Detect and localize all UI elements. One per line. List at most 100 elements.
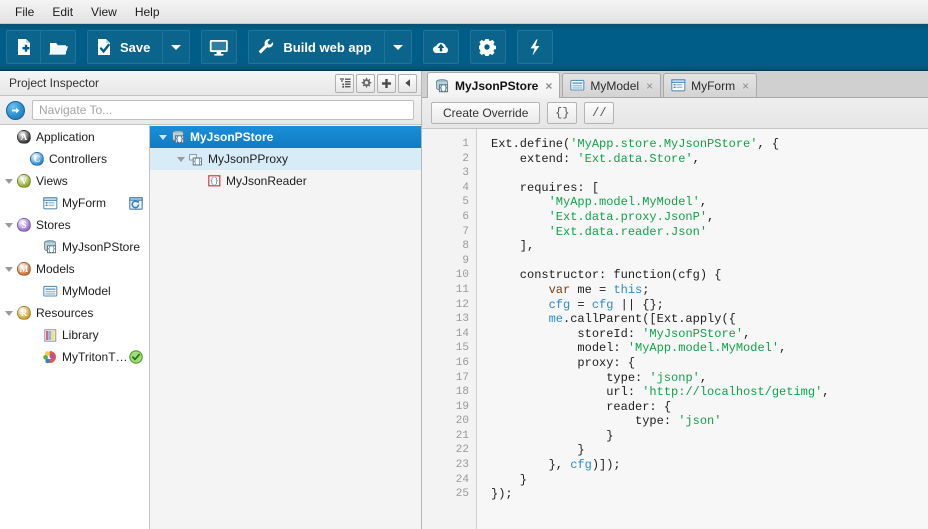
save-dropdown-button[interactable] bbox=[163, 31, 189, 63]
plus-icon[interactable] bbox=[377, 73, 396, 93]
sidebar-item-controllers[interactable]: C Controllers bbox=[0, 148, 149, 170]
line-number: 2 bbox=[462, 152, 469, 165]
collapse-left-icon[interactable] bbox=[398, 73, 417, 93]
tree-expander-icon[interactable] bbox=[2, 222, 15, 228]
filter-list-icon[interactable] bbox=[335, 73, 354, 93]
editor-tab-strip: {} MyJsonPStore × MyModel × MyForm × bbox=[422, 71, 928, 98]
gear-icon[interactable] bbox=[356, 73, 375, 93]
line-number: 4 bbox=[462, 181, 469, 194]
line-number: 21 bbox=[455, 429, 469, 442]
store-icon: {} bbox=[41, 240, 59, 254]
component-detail-tree[interactable]: {} MyJsonPStore {} MyJsonPProxy {} MyJsonRead… bbox=[150, 125, 421, 529]
tab-mymodel[interactable]: MyModel × bbox=[562, 73, 662, 97]
sidebar-item-application[interactable]: A Application bbox=[0, 126, 149, 148]
build-dropdown-button[interactable] bbox=[385, 31, 411, 63]
line-number-gutter: 1 2 3 4 5 6 7 8 9 10 11 12 13 14 15 16 17 18 19 20 21 22 23 24 2… bbox=[422, 129, 477, 529]
menu-item-view[interactable]: View bbox=[82, 2, 126, 22]
toolbar-group-2 bbox=[201, 30, 238, 64]
preview-button[interactable] bbox=[202, 31, 236, 63]
app-window: File Edit View Help Save Build web app Proje… bbox=[0, 0, 928, 529]
code-line: 'Ext.data.proxy.JsonP', bbox=[548, 209, 715, 224]
tree-node-myjsonpproxy[interactable]: {} MyJsonPProxy bbox=[150, 148, 421, 170]
sidebar-item-mymodel[interactable]: MyModel bbox=[0, 280, 149, 302]
create-override-button[interactable]: Create Override bbox=[431, 102, 541, 124]
svg-text:{}: {} bbox=[439, 85, 447, 93]
tree-node-myjsonreader[interactable]: {} MyJsonReader bbox=[150, 170, 421, 192]
sidebar-item-label: Resources bbox=[36, 306, 94, 320]
menu-item-file[interactable]: File bbox=[6, 2, 43, 22]
sidebar-item-mytritonthe[interactable]: MyTritonThe... bbox=[0, 346, 149, 368]
sidebar-item-views[interactable]: V Views bbox=[0, 170, 149, 192]
close-icon[interactable]: × bbox=[646, 79, 653, 93]
open-folder-button[interactable] bbox=[41, 31, 75, 63]
settings-button[interactable] bbox=[471, 31, 505, 63]
check-circle-icon[interactable] bbox=[129, 350, 143, 364]
code-text[interactable]: Ext.define('MyApp.store.MyJsonPStore', {… bbox=[477, 129, 928, 529]
letter-badge-a-icon: A bbox=[15, 130, 33, 144]
sidebar-item-label: MyTritonThe... bbox=[62, 350, 129, 364]
toolbar-group-3: Build web app bbox=[248, 30, 412, 64]
new-file-button[interactable] bbox=[7, 31, 41, 63]
line-number: 24 bbox=[455, 473, 469, 486]
sidebar-item-models[interactable]: M Models bbox=[0, 258, 149, 280]
close-icon[interactable]: × bbox=[742, 79, 749, 93]
library-icon bbox=[41, 328, 59, 342]
sidebar-item-myjsonpstore[interactable]: {} MyJsonPStore bbox=[0, 236, 149, 258]
save-button[interactable]: Save bbox=[88, 31, 164, 63]
deploy-button[interactable] bbox=[424, 31, 458, 63]
sidebar-item-label: Models bbox=[36, 262, 75, 276]
close-icon[interactable]: × bbox=[545, 79, 552, 93]
search-input[interactable] bbox=[32, 100, 414, 120]
line-number: 9 bbox=[462, 254, 469, 267]
project-tree[interactable]: A Application C Controllers V Views MyForm S Sto… bbox=[0, 125, 150, 529]
tab-label: MyModel bbox=[590, 78, 640, 93]
line-number: 11 bbox=[455, 283, 469, 296]
save-icon bbox=[96, 38, 112, 56]
code-line: storeId: 'MyJsonPStore', bbox=[491, 326, 751, 341]
code-line: ], bbox=[491, 239, 535, 254]
tree-expander-icon[interactable] bbox=[174, 156, 187, 162]
store-icon: {} bbox=[169, 130, 187, 144]
refresh-window-icon[interactable] bbox=[129, 196, 143, 210]
tab-myform[interactable]: MyForm × bbox=[663, 73, 758, 97]
tree-expander-icon[interactable] bbox=[2, 310, 15, 316]
view-icon bbox=[671, 79, 686, 92]
code-line: type: 'json' bbox=[491, 414, 722, 429]
tree-expander-icon[interactable] bbox=[156, 134, 169, 140]
line-number: 15 bbox=[455, 342, 469, 355]
menu-item-help[interactable]: Help bbox=[126, 2, 169, 22]
code-line: } bbox=[491, 428, 614, 443]
comment-button[interactable]: // bbox=[584, 102, 615, 124]
letter-badge-m-icon: M bbox=[15, 262, 33, 276]
code-line: proxy: { bbox=[491, 355, 636, 370]
code-line: reader: { bbox=[491, 399, 672, 414]
code-line: cfg = cfg || {}; bbox=[548, 297, 664, 312]
build-button[interactable]: Build web app bbox=[249, 31, 385, 63]
project-inspector-toolbar bbox=[335, 73, 417, 93]
build-button-label: Build web app bbox=[283, 39, 372, 55]
tree-node-myjsonpstore[interactable]: {} MyJsonPStore bbox=[150, 126, 421, 148]
editor-toolbar: Create Override {} // bbox=[422, 98, 928, 129]
sidebar-item-stores[interactable]: S Stores bbox=[0, 214, 149, 236]
save-button-label: Save bbox=[120, 39, 151, 55]
tree-expander-icon[interactable] bbox=[2, 178, 15, 184]
tree-expander-icon[interactable] bbox=[2, 266, 15, 272]
sidebar-item-resources[interactable]: R Resources bbox=[0, 302, 149, 324]
sidebar-item-myform[interactable]: MyForm bbox=[0, 192, 149, 214]
run-button[interactable] bbox=[518, 31, 552, 63]
tab-myjsonpstore[interactable]: {} MyJsonPStore × bbox=[427, 72, 561, 98]
code-line: }); bbox=[491, 487, 513, 502]
line-number: 3 bbox=[462, 167, 469, 180]
code-editor-panel: {} MyJsonPStore × MyModel × MyForm × Create Ov… bbox=[422, 71, 928, 529]
arrow-right-circle-icon[interactable] bbox=[6, 100, 25, 120]
braces-button[interactable]: {} bbox=[547, 102, 578, 124]
sidebar-item-label: Stores bbox=[36, 218, 71, 232]
toolbar-group-6 bbox=[516, 30, 553, 64]
open-folder-icon bbox=[48, 39, 68, 56]
line-number: 22 bbox=[455, 444, 469, 457]
sidebar-item-label: Views bbox=[36, 174, 68, 188]
menu-item-edit[interactable]: Edit bbox=[43, 2, 82, 22]
sidebar-item-library[interactable]: Library bbox=[0, 324, 149, 346]
svg-text:{}: {} bbox=[193, 158, 201, 166]
model-icon bbox=[41, 285, 59, 298]
